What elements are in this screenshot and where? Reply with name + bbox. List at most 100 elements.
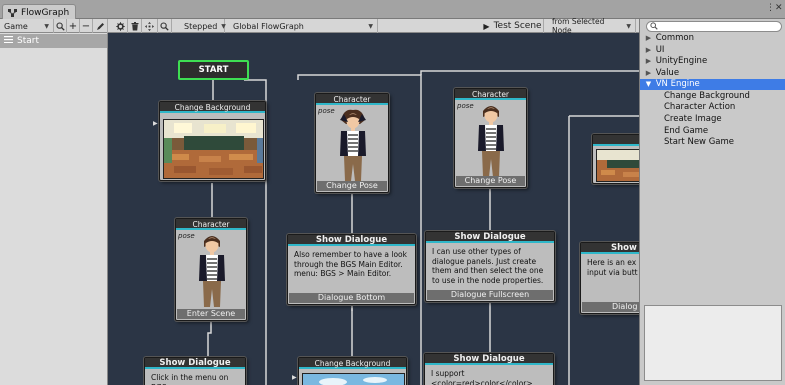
character-portrait [196, 231, 228, 309]
character-enter-node[interactable]: Character pose Enter Scene [175, 218, 247, 321]
classroom-background-image [163, 119, 264, 179]
palette-search[interactable] [646, 21, 782, 32]
change-background-node[interactable]: Change Background [159, 101, 266, 181]
node-title: Character [316, 94, 388, 105]
pose-label: pose [318, 107, 335, 115]
palette-item-character-action[interactable]: Character Action [664, 102, 735, 113]
test-scene-button[interactable]: ▶ Test Scene [482, 19, 544, 33]
node-title [593, 135, 639, 146]
add-icon[interactable]: + [67, 19, 80, 33]
input-arrow-icon: ▶ [292, 374, 297, 381]
sidebar-item-start[interactable]: Start [0, 34, 107, 48]
search-icon[interactable] [158, 19, 172, 33]
dialogue-bottom-label: Dialogue Bottom [289, 293, 414, 303]
palette-category-common[interactable]: ▶ Common [640, 33, 785, 44]
dialogue-foot-label: Dialog [582, 302, 639, 312]
classroom-background-image [596, 149, 639, 182]
stepped-dropdown[interactable]: Stepped ▼ [180, 19, 226, 33]
sidebar-item-label: Start [17, 36, 39, 46]
chevron-down-icon: ▼ [44, 22, 49, 30]
game-dropdown[interactable]: Game ▼ [0, 19, 54, 33]
start-label: START [198, 65, 229, 75]
node-title: Show Dialogue [145, 358, 245, 369]
pencil-icon[interactable] [93, 19, 108, 33]
node-title: Character [455, 89, 526, 100]
test-scene-label: Test Scene [493, 21, 542, 31]
palette-category-unityengine[interactable]: ▶ UnityEngine [640, 56, 785, 67]
search-icon [650, 21, 658, 32]
show-dialogue-node-2[interactable]: Show Dialogue Also remember to have a lo… [287, 234, 416, 305]
category-label: VN Engine [655, 79, 700, 89]
pose-label: pose [457, 102, 474, 110]
palette-item-end-game[interactable]: End Game [664, 126, 708, 137]
window-tabbar: FlowGraph ⋮ ✕ [0, 0, 785, 20]
node-palette: ▶ Common ▶ UI ▶ UnityEngine ▶ Value ▼ VN… [639, 19, 785, 385]
expand-arrow-icon: ▶ [645, 46, 652, 54]
dialogue-fullscreen-label: Dialogue Fullscreen [427, 290, 553, 300]
dialogue-text: Click in the menu on BGS > [151, 373, 229, 385]
palette-category-vn-engine[interactable]: ▼ VN Engine [640, 79, 785, 90]
close-icon[interactable]: ✕ [775, 3, 783, 13]
dialogue-text: I support <color=red>color</color> and [431, 369, 533, 385]
character-change-pose-node[interactable]: Character pose Change Pose [315, 93, 389, 193]
node-title: Character [176, 219, 246, 230]
flowgraph-icon [7, 8, 18, 18]
sky-background-image [302, 373, 405, 385]
expand-arrow-icon: ▶ [645, 69, 652, 77]
dialogue-text: Also remember to have a look through the… [294, 250, 407, 278]
start-node[interactable]: START [178, 60, 249, 80]
input-arrow-icon: ▶ [153, 120, 158, 127]
stepped-label: Stepped [184, 21, 218, 31]
character-change-pose-node-2[interactable]: Character pose Change Pose [454, 88, 527, 188]
dialogue-text: Here is an ex input via butt [587, 258, 638, 277]
node-title: Show Dialogue [425, 354, 553, 365]
show-dialogue-node-5[interactable]: Show Here is an ex input via butt Dialog [580, 242, 639, 314]
dialogue-text: I can use other types of dialogue panels… [432, 247, 544, 285]
node-description-panel [644, 305, 782, 381]
node-title: Show Dialogue [426, 232, 554, 243]
flowgraph-tab[interactable]: FlowGraph [2, 4, 77, 20]
show-dialogue-node-3[interactable]: Show Dialogue I can use other types of d… [425, 231, 555, 302]
flowgraph-dropdown[interactable]: Global FlowGraph ▼ [229, 19, 378, 33]
show-dialogue-node-4[interactable]: Show Dialogue I support <color=red>color… [424, 353, 554, 385]
node-title: Show [581, 243, 639, 254]
character-portrait [475, 101, 507, 179]
palette-category-value[interactable]: ▶ Value [640, 68, 785, 79]
palette-category-ui[interactable]: ▶ UI [640, 45, 785, 56]
node-title: Show Dialogue [288, 235, 415, 246]
category-label: UI [655, 45, 665, 55]
move-icon[interactable] [142, 19, 158, 33]
window-menu-icon[interactable]: ⋮ [766, 3, 775, 13]
enter-scene-label: Enter Scene [177, 309, 245, 319]
from-selected-dropdown[interactable]: from Selected Node ▼ [548, 17, 636, 35]
trash-icon[interactable] [128, 19, 142, 33]
change-pose-label: Change Pose [456, 176, 525, 186]
chevron-down-icon: ▼ [368, 22, 373, 30]
expand-arrow-icon: ▶ [645, 57, 652, 65]
change-background-node-2[interactable]: Change Background [298, 357, 407, 385]
game-dropdown-label: Game [4, 21, 28, 31]
connection-lines [207, 70, 639, 385]
node-title: Change Background [299, 358, 406, 369]
zoom-icon[interactable] [54, 19, 67, 33]
tab-title: FlowGraph [21, 7, 70, 18]
flowgraph-dropdown-label: Global FlowGraph [233, 21, 304, 31]
expand-arrow-icon: ▶ [645, 34, 652, 42]
show-dialogue-node-1[interactable]: Show Dialogue Click in the menu on BGS > [144, 357, 246, 385]
category-label: UnityEngine [655, 56, 708, 66]
category-label: Value [655, 68, 680, 78]
play-icon: ▶ [483, 21, 490, 31]
search-input[interactable] [660, 22, 770, 31]
remove-icon[interactable]: − [80, 19, 93, 33]
category-label: Common [655, 33, 694, 43]
graph-list-sidebar: Start [0, 33, 108, 385]
change-background-node-3[interactable] [592, 134, 639, 184]
collapse-arrow-icon: ▼ [645, 80, 652, 88]
palette-item-start-new-game[interactable]: Start New Game [664, 137, 734, 148]
chevron-down-icon: ▼ [626, 22, 631, 30]
node-title: Change Background [160, 102, 265, 113]
palette-item-create-image[interactable]: Create Image [664, 114, 722, 125]
graph-canvas[interactable]: START Change Background ▶ Character pose… [108, 33, 639, 385]
palette-item-change-background[interactable]: Change Background [664, 91, 750, 102]
gear-icon[interactable] [114, 19, 128, 33]
